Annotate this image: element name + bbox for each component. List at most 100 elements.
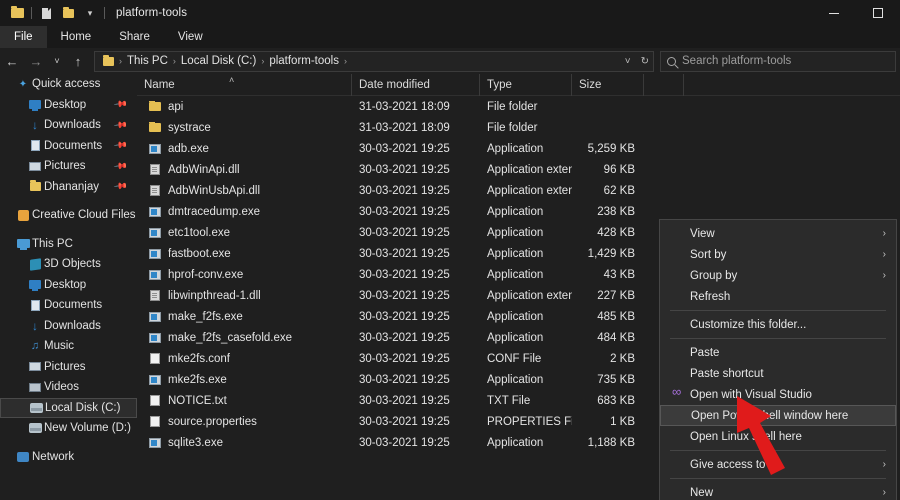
maximize-button[interactable] <box>856 0 900 26</box>
file-name-cell[interactable]: mke2fs.exe <box>137 374 352 386</box>
visual-studio-icon <box>670 389 688 401</box>
menu-item-customize-this-folder[interactable]: Customize this folder... <box>660 314 896 335</box>
navigation-pane[interactable]: ✦Quick accessDesktop📌↓Downloads📌Document… <box>0 74 137 500</box>
menu-separator <box>670 450 886 451</box>
sidebar-item-this-pc[interactable]: This PC <box>0 234 137 255</box>
file-name-cell[interactable]: api <box>137 101 352 113</box>
sidebar-item-local-disk-c[interactable]: Local Disk (C:) <box>0 398 137 419</box>
file-name-cell[interactable]: source.properties <box>137 416 352 428</box>
breadcrumb-separator-3: › <box>342 56 349 66</box>
file-date-cell: 30-03-2021 19:25 <box>352 311 480 323</box>
sidebar-item-network[interactable]: Network <box>0 447 137 468</box>
breadcrumb-item-this-pc[interactable]: This PC <box>124 55 171 67</box>
breadcrumb-item-local-disk[interactable]: Local Disk (C:) <box>178 55 259 67</box>
menu-item-open-with-visual-studio[interactable]: Open with Visual Studio <box>660 384 896 405</box>
sidebar-item-pictures[interactable]: Pictures <box>0 357 137 378</box>
file-name-cell[interactable]: systrace <box>137 122 352 134</box>
menu-item-new[interactable]: New› <box>660 482 896 500</box>
pin-icon[interactable]: 📌 <box>113 158 129 174</box>
file-name-cell[interactable]: make_f2fs_casefold.exe <box>137 332 352 344</box>
forward-button[interactable]: → <box>24 48 48 74</box>
file-name-cell[interactable]: libwinpthread-1.dll <box>137 290 352 302</box>
properties-icon[interactable] <box>35 0 57 26</box>
table-row[interactable]: api31-03-2021 18:09File folder <box>137 96 900 117</box>
menu-item-sort-by[interactable]: Sort by› <box>660 244 896 265</box>
new-folder-icon[interactable] <box>57 0 79 26</box>
chevron-down-icon[interactable]: ▾ <box>79 0 101 26</box>
file-size-cell: 485 KB <box>572 311 644 323</box>
sidebar-item-downloads[interactable]: ↓Downloads <box>0 316 137 337</box>
menu-item-paste[interactable]: Paste <box>660 342 896 363</box>
sidebar-item-videos[interactable]: Videos <box>0 377 137 398</box>
menu-item-paste-shortcut[interactable]: Paste shortcut <box>660 363 896 384</box>
file-name-cell[interactable]: AdbWinApi.dll <box>137 164 352 176</box>
pin-icon[interactable]: 📌 <box>113 117 129 133</box>
table-row[interactable]: AdbWinApi.dll30-03-2021 19:25Application… <box>137 159 900 180</box>
sidebar-item-downloads[interactable]: ↓Downloads📌 <box>0 115 137 136</box>
sidebar-item-creative-cloud-files[interactable]: Creative Cloud Files <box>0 205 137 226</box>
column-header-date-modified[interactable]: Date modified <box>352 74 480 96</box>
file-name-cell[interactable]: make_f2fs.exe <box>137 311 352 323</box>
file-name-cell[interactable]: fastboot.exe <box>137 248 352 260</box>
file-date-cell: 30-03-2021 19:25 <box>352 290 480 302</box>
file-type-cell: Application <box>480 248 572 260</box>
menu-item-refresh[interactable]: Refresh <box>660 286 896 307</box>
file-name-cell[interactable]: AdbWinUsbApi.dll <box>137 185 352 197</box>
sidebar-item-desktop[interactable]: Desktop📌 <box>0 95 137 116</box>
sidebar-item-documents[interactable]: Documents📌 <box>0 136 137 157</box>
sidebar-item-pictures[interactable]: Pictures📌 <box>0 156 137 177</box>
pin-icon[interactable]: 📌 <box>113 97 129 113</box>
menu-item-give-access-to[interactable]: Give access to› <box>660 454 896 475</box>
file-name-cell[interactable]: etc1tool.exe <box>137 227 352 239</box>
sidebar-item-3d-objects[interactable]: 3D Objects <box>0 254 137 275</box>
search-input[interactable]: Search platform-tools <box>660 51 896 72</box>
table-row[interactable]: adb.exe30-03-2021 19:25Application5,259 … <box>137 138 900 159</box>
sidebar-item-quick-access[interactable]: ✦Quick access <box>0 74 137 95</box>
column-header-size[interactable]: Size <box>572 74 644 96</box>
pin-icon[interactable]: 📌 <box>113 179 129 195</box>
sidebar-item-dhananjay[interactable]: Dhananjay📌 <box>0 177 137 198</box>
back-button[interactable]: ← <box>0 48 24 74</box>
minimize-button[interactable] <box>812 0 856 26</box>
sidebar-item-new-volume-d[interactable]: New Volume (D:) <box>0 418 137 439</box>
menu-item-label: Paste <box>690 347 719 359</box>
file-name-cell[interactable]: NOTICE.txt <box>137 395 352 407</box>
breadcrumb[interactable]: › This PC › Local Disk (C:) › platform-t… <box>94 51 654 72</box>
sidebar-item-music[interactable]: ♫Music <box>0 336 137 357</box>
up-button[interactable]: ↑ <box>66 48 90 74</box>
table-row[interactable]: systrace31-03-2021 18:09File folder <box>137 117 900 138</box>
file-name-cell[interactable]: mke2fs.conf <box>137 353 352 365</box>
file-name-label: make_f2fs.exe <box>168 311 243 323</box>
pin-icon[interactable]: 📌 <box>113 138 129 154</box>
refresh-icon[interactable]: ↻ <box>641 56 649 67</box>
window-title: platform-tools <box>116 7 187 19</box>
file-name-cell[interactable]: adb.exe <box>137 143 352 155</box>
file-size-cell: 1,188 KB <box>572 437 644 449</box>
tab-home[interactable]: Home <box>47 26 106 48</box>
menu-item-view[interactable]: View› <box>660 223 896 244</box>
context-menu[interactable]: View›Sort by›Group by›Refresh Customize t… <box>659 219 897 500</box>
tab-view[interactable]: View <box>164 26 217 48</box>
column-header-row: Name ˄ Date modified Type Size <box>137 74 900 96</box>
breadcrumb-item-platform-tools[interactable]: platform-tools <box>266 55 342 67</box>
menu-item-open-linux-shell-here[interactable]: Open Linux shell here <box>660 426 896 447</box>
sidebar-item-desktop[interactable]: Desktop <box>0 275 137 296</box>
sidebar-item-documents[interactable]: Documents <box>0 295 137 316</box>
chevron-right-icon: › <box>883 249 886 260</box>
menu-item-open-powershell-window-here[interactable]: Open PowerShell window here <box>660 405 896 426</box>
file-name-cell[interactable]: dmtracedump.exe <box>137 206 352 218</box>
menu-item-group-by[interactable]: Group by› <box>660 265 896 286</box>
file-type-cell: Application <box>480 206 572 218</box>
column-header-type[interactable]: Type <box>480 74 572 96</box>
file-name-cell[interactable]: sqlite3.exe <box>137 437 352 449</box>
file-type-cell: TXT File <box>480 395 572 407</box>
file-name-cell[interactable]: hprof-conv.exe <box>137 269 352 281</box>
menu-item-label: Customize this folder... <box>690 319 806 331</box>
column-header-name[interactable]: Name ˄ <box>137 74 352 96</box>
recent-locations-icon[interactable]: ˅ <box>48 48 66 74</box>
tab-file[interactable]: File <box>0 26 47 48</box>
tab-share[interactable]: Share <box>105 26 164 48</box>
address-dropdown-icon[interactable]: ˅ <box>625 56 631 67</box>
table-row[interactable]: AdbWinUsbApi.dll30-03-2021 19:25Applicat… <box>137 180 900 201</box>
file-type-cell: Application exten... <box>480 185 572 197</box>
